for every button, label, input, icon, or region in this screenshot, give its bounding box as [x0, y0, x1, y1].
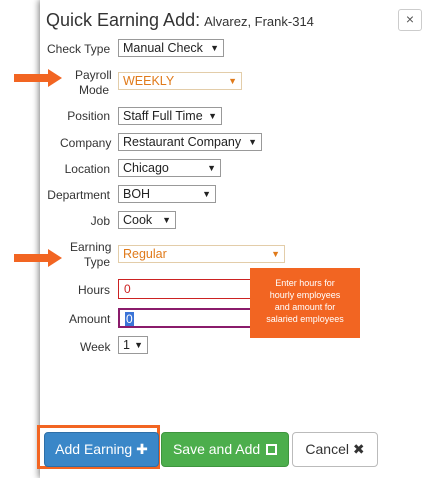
cancel-label: Cancel — [305, 441, 349, 457]
plus-icon: ✚ — [136, 441, 148, 457]
position-select[interactable]: Staff Full Time ▼ — [118, 107, 222, 125]
save-and-add-button[interactable]: Save and Add — [161, 432, 289, 467]
payroll-mode-label-1: Payroll — [75, 68, 112, 82]
caret-down-icon: ▼ — [210, 43, 219, 53]
arrow-right-icon — [14, 249, 62, 267]
save-and-add-label: Save and Add — [172, 441, 261, 457]
note-line: salaried employees — [266, 314, 344, 324]
hours-value: 0 — [124, 282, 131, 296]
employee-name: Alvarez, Frank-314 — [204, 14, 314, 29]
hours-label: Hours — [78, 283, 111, 297]
company-value: Restaurant Company — [123, 135, 242, 149]
hours-amount-note: Enter hours for hourly employees and amo… — [250, 268, 360, 338]
caret-down-icon: ▼ — [271, 249, 280, 259]
payroll-mode-value: WEEKLY — [123, 74, 175, 88]
add-earning-button[interactable]: Add Earning ✚ — [44, 432, 159, 467]
department-value: BOH — [123, 187, 151, 201]
amount-label: Amount — [69, 312, 111, 326]
caret-down-icon: ▼ — [162, 215, 171, 225]
caret-down-icon: ▼ — [208, 111, 217, 121]
job-value: Cook — [123, 213, 153, 227]
add-earning-label: Add Earning — [55, 441, 133, 457]
check-type-value: Manual Check — [123, 41, 203, 55]
note-line: Enter hours for — [275, 278, 335, 288]
earning-type-label-2: Type — [83, 255, 110, 269]
location-select[interactable]: Chicago ▼ — [118, 159, 221, 177]
company-select[interactable]: Restaurant Company ▼ — [118, 133, 262, 151]
department-label: Department — [47, 188, 110, 202]
week-label: Week — [80, 340, 111, 354]
earning-type-select[interactable]: Regular ▼ — [118, 245, 285, 263]
caret-down-icon: ▼ — [202, 189, 211, 199]
cancel-button[interactable]: Cancel ✖ — [292, 432, 378, 467]
earning-type-value: Regular — [123, 247, 167, 261]
caret-down-icon: ▼ — [248, 137, 257, 147]
caret-down-icon: ▼ — [228, 76, 237, 86]
job-select[interactable]: Cook ▼ — [118, 211, 176, 229]
dialog-title: Quick Earning Add: Alvarez, Frank-314 — [46, 10, 314, 31]
dialog-title-text: Quick Earning Add: — [46, 10, 201, 30]
week-value: 1 — [123, 338, 130, 352]
caret-down-icon: ▼ — [207, 163, 216, 173]
job-label: Job — [90, 214, 110, 228]
note-line: and amount for — [274, 302, 336, 312]
location-label: Location — [64, 162, 110, 176]
department-select[interactable]: BOH ▼ — [118, 185, 216, 203]
floppy-disk-icon — [266, 444, 278, 455]
close-icon: × — [405, 11, 415, 27]
company-label: Company — [60, 136, 112, 150]
arrow-right-icon — [14, 69, 62, 87]
position-label: Position — [67, 109, 110, 123]
note-line: hourly employees — [269, 290, 341, 300]
close-button[interactable]: × — [398, 9, 422, 31]
amount-value: 0 — [125, 312, 134, 326]
payroll-mode-select[interactable]: WEEKLY ▼ — [118, 72, 242, 90]
earning-type-label-1: Earning — [70, 240, 112, 254]
week-select[interactable]: 1 ▼ — [118, 336, 148, 354]
location-value: Chicago — [123, 161, 169, 175]
position-value: Staff Full Time — [123, 109, 203, 123]
caret-down-icon: ▼ — [134, 340, 143, 350]
check-type-select[interactable]: Manual Check ▼ — [118, 39, 224, 57]
payroll-mode-label-2: Mode — [78, 83, 109, 97]
x-icon: ✖ — [352, 441, 365, 457]
